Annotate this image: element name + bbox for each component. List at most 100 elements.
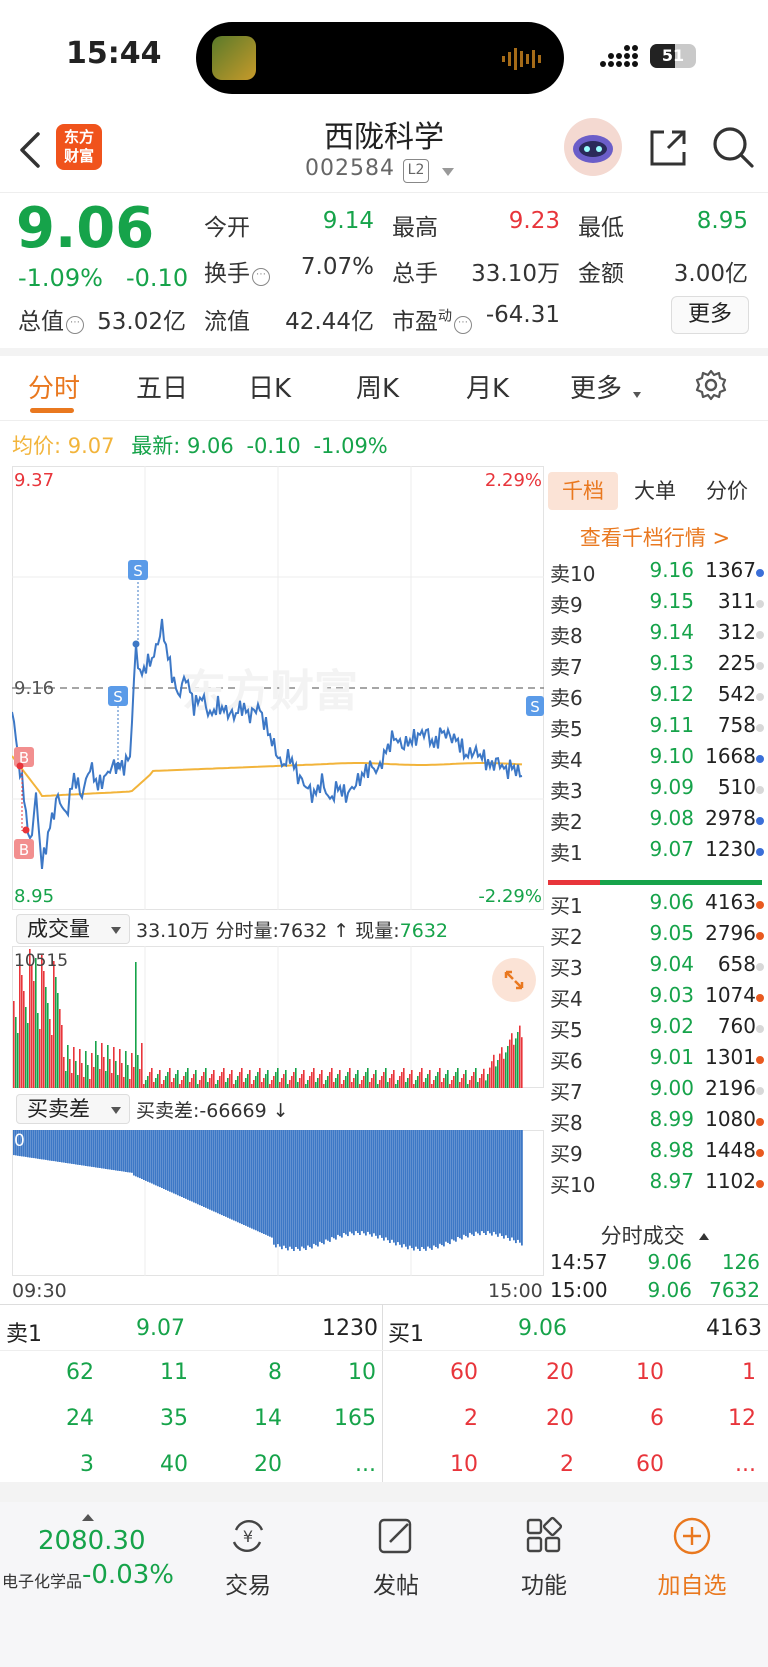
pe-value: -64.31 — [485, 302, 560, 328]
level-label: 买3 — [550, 956, 583, 980]
tick-trades-title[interactable]: 分时成交 — [548, 1220, 762, 1250]
level-price: 9.15 — [649, 589, 694, 613]
level-price: 9.16 — [649, 558, 694, 582]
orderbook-tabs: 千档 大单 分价 — [548, 472, 762, 510]
queue-cell: 20 — [254, 1452, 282, 1477]
avg-label: 均价: — [12, 434, 62, 458]
ask-row[interactable]: 卖3 9.09 510 — [548, 775, 764, 806]
intraday-price-chart[interactable]: 东方财富 9.37 9.16 8.95 2.29% -2.29% B B S S… — [12, 466, 544, 910]
bid-row[interactable]: 买10 8.97 1102 — [548, 1169, 764, 1200]
bid-row[interactable]: 买8 8.99 1080 — [548, 1107, 764, 1138]
bid-row[interactable]: 买3 9.04 658 — [548, 952, 764, 983]
latest-percent: -1.09% — [313, 434, 388, 458]
bid-row[interactable]: 买5 9.02 760 — [548, 1014, 764, 1045]
grid-bid-price: 9.06 — [518, 1316, 567, 1341]
more-button[interactable]: 更多 — [671, 296, 749, 334]
volume-summary: 33.10万 分时量:7632 ↑ 现量:7632 — [136, 916, 448, 943]
ask-row[interactable]: 卖7 9.13 225 — [548, 651, 764, 682]
nav-functions[interactable]: 功能 — [484, 1502, 604, 1612]
tab-monthly-k[interactable]: 月K — [466, 368, 509, 405]
level-volume: 760 — [717, 1014, 756, 1038]
low-value: 8.95 — [696, 208, 748, 234]
stock-code[interactable]: 002584 — [305, 156, 395, 181]
bid-row[interactable]: 买7 9.00 2196 — [548, 1076, 764, 1107]
last-price: 9.06 — [16, 196, 155, 261]
indicator-selector[interactable]: 买卖差 — [16, 1094, 130, 1124]
tab-more[interactable]: 更多 — [570, 368, 622, 405]
low-label: 最低 — [578, 215, 624, 241]
bid-row[interactable]: 买2 9.05 2796 — [548, 921, 764, 952]
level-price: 9.11 — [649, 713, 694, 737]
tab-big-orders[interactable]: 大单 — [620, 472, 690, 510]
grid-divider — [0, 1350, 768, 1351]
order-dot-icon — [756, 631, 764, 639]
level-price: 9.07 — [649, 837, 694, 861]
level2-badge[interactable]: L2 — [403, 159, 429, 183]
tab-five-day[interactable]: 五日 — [136, 368, 188, 405]
chart-bottom-pct: -2.29% — [478, 886, 542, 907]
ask-row[interactable]: 卖1 9.07 1230 — [548, 837, 764, 868]
ask-row[interactable]: 卖5 9.11 758 — [548, 713, 764, 744]
selector-label: 成交量 — [27, 917, 90, 941]
order-dot-icon — [756, 963, 764, 971]
level-label: 卖3 — [550, 779, 583, 803]
section-divider — [0, 1482, 768, 1502]
edit-icon — [378, 1518, 412, 1554]
queue-cell: 62 — [66, 1360, 94, 1385]
ask-row[interactable]: 卖2 9.08 2978 — [548, 806, 764, 837]
info-icon[interactable]: ⋯ — [454, 316, 472, 334]
sector-index-value[interactable]: 2080.30 — [38, 1526, 146, 1556]
queue-cell: 10 — [636, 1360, 664, 1385]
order-dot-icon — [756, 662, 764, 670]
order-dot-icon — [756, 600, 764, 608]
buy-sell-diff-chart[interactable]: 0 -70546 — [12, 1130, 544, 1276]
level-label: 买6 — [550, 1049, 583, 1073]
nav-post[interactable]: 发帖 — [336, 1502, 456, 1612]
bid-row[interactable]: 买4 9.03 1074 — [548, 983, 764, 1014]
volume-bars — [13, 949, 523, 1088]
chart-top-pct: 2.29% — [485, 470, 542, 491]
tab-weekly-k[interactable]: 周K — [356, 368, 399, 405]
signal-icon — [600, 45, 638, 67]
share-icon[interactable] — [646, 126, 690, 170]
sector-index-change[interactable]: -0.03% — [82, 1560, 174, 1590]
tab-depth[interactable]: 千档 — [548, 472, 618, 510]
tick-price: 9.06 — [647, 1278, 692, 1302]
order-dot-icon — [756, 755, 764, 763]
ask-row[interactable]: 卖4 9.10 1668 — [548, 744, 764, 775]
tab-price-dist[interactable]: 分价 — [692, 472, 762, 510]
order-dot-icon — [756, 1087, 764, 1095]
level-volume: 1230 — [705, 837, 756, 861]
indicator-selector[interactable]: 成交量 — [16, 914, 130, 944]
chevron-down-icon[interactable] — [442, 168, 454, 176]
ask-row[interactable]: 卖10 9.16 1367 — [548, 558, 764, 589]
order-dot-icon — [756, 901, 764, 909]
caret-up-icon[interactable] — [82, 1514, 94, 1521]
tab-daily-k[interactable]: 日K — [248, 368, 291, 405]
info-icon[interactable]: ⋯ — [252, 268, 270, 286]
caret-down-icon[interactable] — [633, 392, 641, 398]
volume-chart[interactable]: 10515 — [12, 946, 544, 1088]
down-arrow-icon: ↓ — [272, 1100, 289, 1122]
order-dot-icon — [756, 1118, 764, 1126]
diff-label: 买卖差: — [136, 1100, 200, 1122]
sector-index-name[interactable]: 电子化学品 — [2, 1568, 82, 1592]
grid-ask-label: 卖1 — [6, 1322, 42, 1347]
bid-row[interactable]: 买6 9.01 1301 — [548, 1045, 764, 1076]
view-depth-link[interactable]: 查看千档行情 > — [548, 522, 762, 552]
grid-bid-volume: 4163 — [706, 1316, 762, 1341]
pe-label: 市盈动 ⋯ — [392, 302, 472, 336]
bid-row[interactable]: 买9 8.98 1448 — [548, 1138, 764, 1169]
ask-row[interactable]: 卖9 9.15 311 — [548, 589, 764, 620]
nav-trade[interactable]: ¥ 交易 — [188, 1502, 308, 1612]
tab-intraday[interactable]: 分时 — [28, 368, 80, 405]
ask-row[interactable]: 卖6 9.12 542 — [548, 682, 764, 713]
order-dot-icon — [756, 786, 764, 794]
ask-row[interactable]: 卖8 9.14 312 — [548, 620, 764, 651]
gear-icon[interactable] — [694, 368, 728, 402]
assistant-robot-icon[interactable] — [564, 118, 622, 176]
nav-add-watchlist[interactable]: 加自选 — [632, 1502, 752, 1612]
info-icon[interactable]: ⋯ — [66, 316, 84, 334]
bid-row[interactable]: 买1 9.06 4163 — [548, 890, 764, 921]
search-icon[interactable] — [710, 124, 756, 170]
